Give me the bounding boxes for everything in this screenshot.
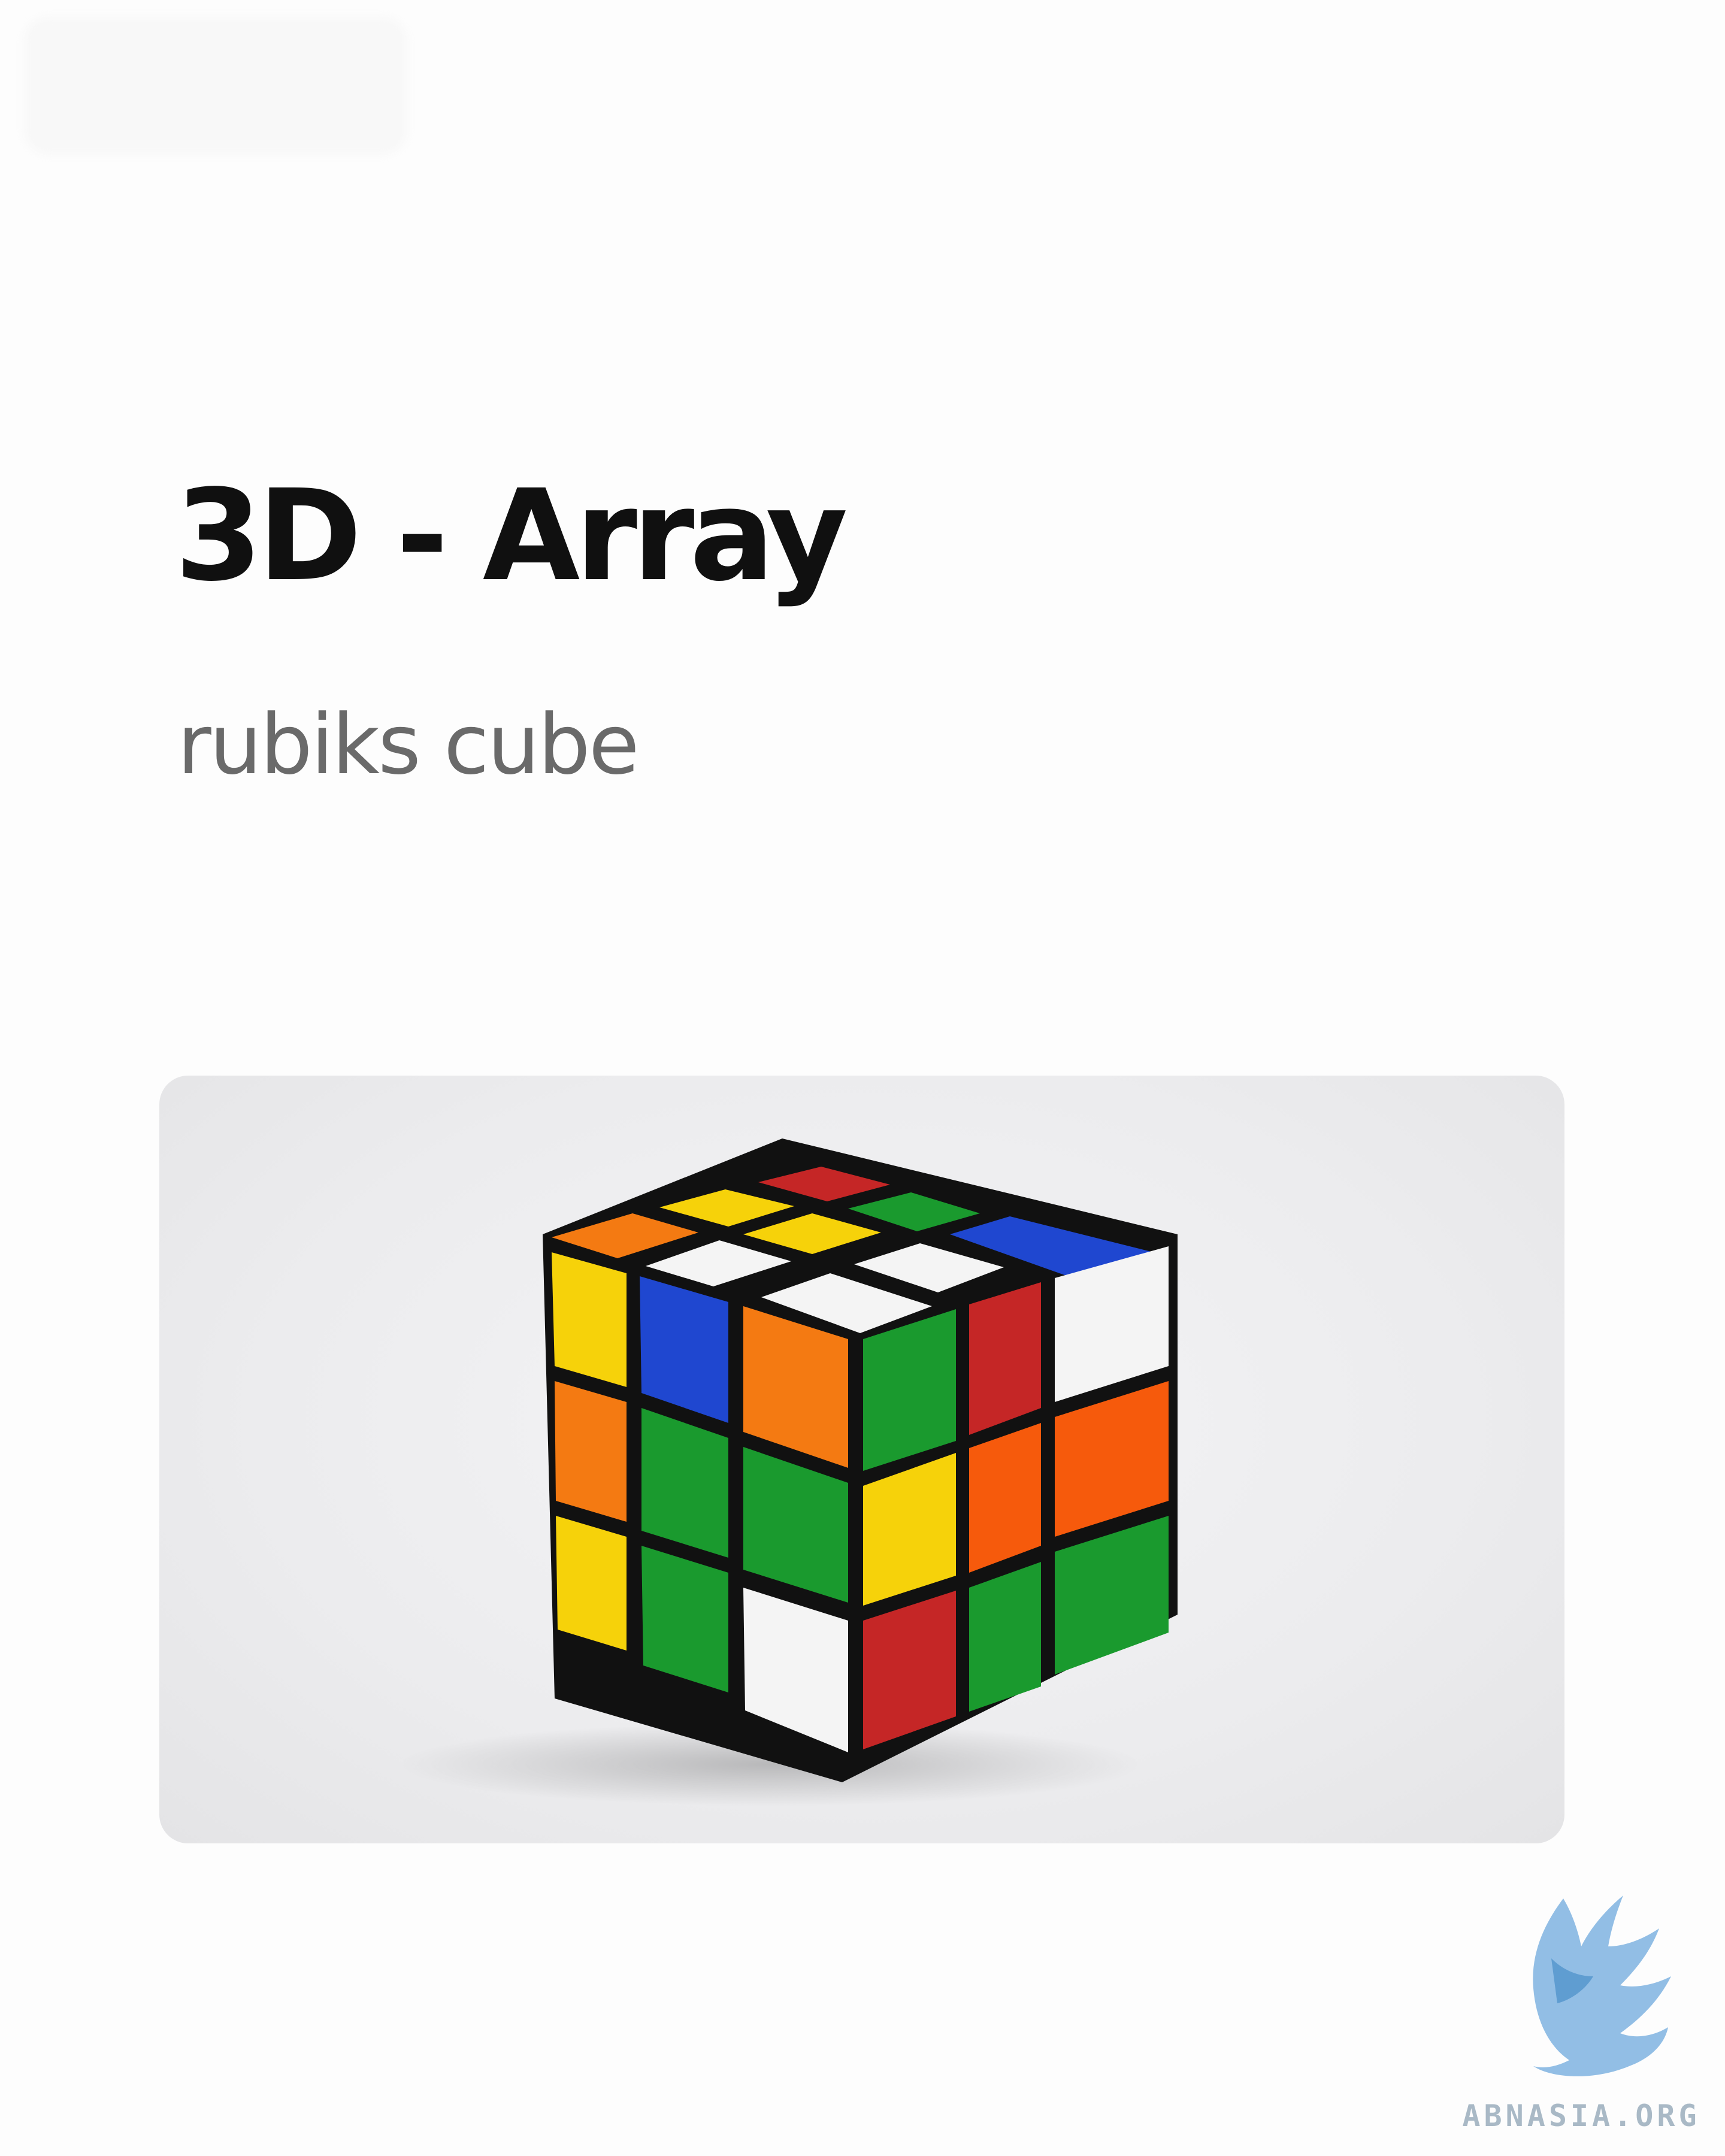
faded-tab-shape bbox=[24, 17, 407, 155]
watermark-logo: ABNASIA.ORG bbox=[1449, 1886, 1713, 2138]
page-title: 3D - Array bbox=[175, 462, 848, 609]
griffin-icon bbox=[1533, 1895, 1671, 2076]
rubiks-cube-photo bbox=[159, 1076, 1564, 1843]
page-subtitle: rubiks cube bbox=[177, 697, 640, 793]
watermark-text: ABNASIA.ORG bbox=[1462, 2099, 1700, 2133]
